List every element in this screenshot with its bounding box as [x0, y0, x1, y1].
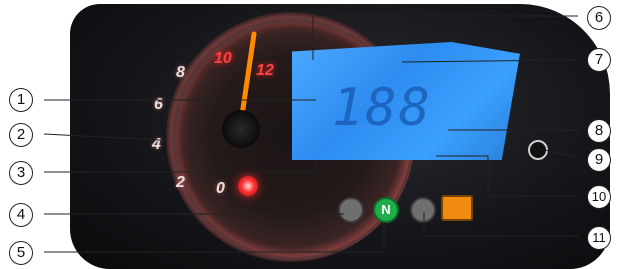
- callout-2: 2: [9, 123, 33, 147]
- callout-line-7: [401, 59, 579, 63]
- callout-10: 10: [587, 185, 611, 209]
- callout-7: 7: [587, 48, 611, 72]
- callout-1: 1: [9, 88, 33, 112]
- callout-4: 4: [9, 203, 33, 227]
- callout-line-9: [544, 149, 579, 159]
- callout-8: 8: [587, 119, 611, 143]
- callout-lines: [43, 15, 579, 253]
- callout-11: 11: [587, 226, 611, 250]
- callout-9: 9: [587, 148, 611, 172]
- callout-3: 3: [9, 161, 33, 185]
- callout-6: 6: [587, 6, 611, 30]
- callout-line-2: [43, 133, 161, 141]
- callout-5: 5: [9, 241, 33, 265]
